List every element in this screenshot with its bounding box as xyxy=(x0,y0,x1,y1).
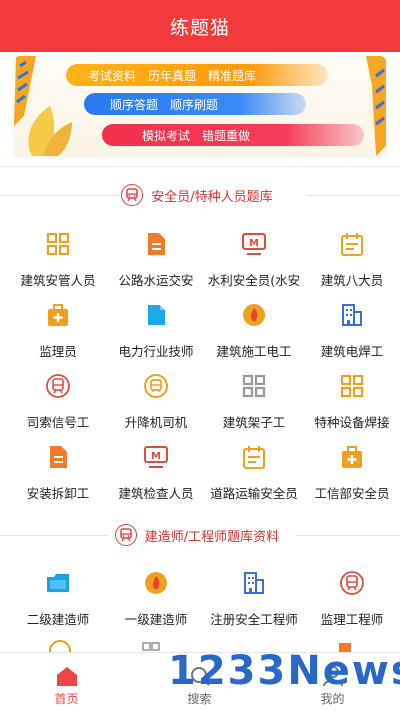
document-icon xyxy=(45,444,71,470)
watermark-text: 1233 xyxy=(168,648,288,694)
course-item[interactable]: 监理员 xyxy=(8,302,108,374)
monitor-m-icon: M xyxy=(143,444,169,470)
banner-text: 顺序刷题 xyxy=(170,97,219,112)
course-item[interactable]: 工信部安全员 xyxy=(302,444,400,516)
course-label: 特种设备焊接 xyxy=(314,415,390,430)
grid-icon xyxy=(142,642,160,651)
course-label: 二级建造师 xyxy=(26,612,90,627)
course-label: 一级建造师 xyxy=(124,612,188,627)
divider xyxy=(296,535,400,536)
banner-text: 顺序答题 xyxy=(110,97,159,112)
tab-label: 首页 xyxy=(54,692,79,706)
course-label: 安装拆卸工 xyxy=(26,486,90,501)
svg-text:M: M xyxy=(151,451,161,462)
banner-text: 历年真题 xyxy=(148,68,197,83)
course-item[interactable]: 建筑八大员 xyxy=(302,231,400,303)
course-item[interactable]: 升降机司机 xyxy=(106,373,206,445)
course-item[interactable]: 建筑电焊工 xyxy=(302,302,400,374)
course-label: 电力行业技师 xyxy=(118,344,194,359)
train-icon xyxy=(339,570,365,596)
section-header-builder: 建造师/工程师题库资料 xyxy=(0,520,400,550)
course-item[interactable]: 建筑施工电工 xyxy=(204,302,304,374)
banner-row-mock-exam[interactable]: 模拟考试 错题重做 xyxy=(102,124,364,146)
medical-kit-icon xyxy=(45,302,71,328)
course-item[interactable]: 司索信号工 xyxy=(8,373,108,445)
course-item[interactable]: 建筑安管人员 xyxy=(8,231,108,303)
course-item[interactable]: M 水利安全员(水安 xyxy=(204,231,304,303)
building-icon xyxy=(339,302,365,328)
course-label: 建筑电焊工 xyxy=(320,344,384,359)
tab-home[interactable]: 首页 xyxy=(0,653,133,711)
grid-icon xyxy=(241,373,267,399)
file-icon xyxy=(143,302,169,328)
bus-icon xyxy=(49,640,71,652)
home-icon xyxy=(56,667,77,686)
course-item[interactable]: 电力行业技师 xyxy=(106,302,206,374)
course-label: 监理工程师 xyxy=(320,612,384,627)
leaf-decoration-left-icon xyxy=(14,56,72,156)
calendar-icon xyxy=(339,231,365,257)
grid-icon xyxy=(339,373,365,399)
course-item[interactable]: 安装拆卸工 xyxy=(8,444,108,516)
course-item[interactable]: 监理工程师 xyxy=(302,570,400,642)
course-label: 建筑架子工 xyxy=(222,415,286,430)
train-icon xyxy=(114,524,137,546)
app-header: 练题猫 xyxy=(0,0,400,52)
monitor-m-icon: M xyxy=(241,231,267,257)
folder-icon xyxy=(45,570,71,596)
course-label: 司索信号工 xyxy=(26,415,90,430)
course-label: 升降机司机 xyxy=(124,415,188,430)
banner-text: 模拟考试 xyxy=(142,128,191,143)
divider xyxy=(306,195,400,196)
banner-text: 考试资料 xyxy=(88,68,137,83)
document-icon xyxy=(143,231,169,257)
course-item[interactable]: 特种设备焊接 xyxy=(302,373,400,445)
section-header-safety: 安全员/特种人员题库 xyxy=(0,180,400,210)
course-item[interactable]: 注册安全工程师 xyxy=(204,570,304,642)
watermark-logo: 1233News xyxy=(168,648,400,694)
course-label: 道路运输安全员 xyxy=(210,486,298,501)
fire-icon xyxy=(241,302,267,328)
banner-text: 精准题库 xyxy=(208,68,257,83)
course-label: 建筑检查人员 xyxy=(118,486,194,501)
page-title: 练题猫 xyxy=(169,16,230,39)
banner-row-sequential[interactable]: 顺序答题 顺序刷题 xyxy=(84,93,306,115)
course-label: 监理员 xyxy=(39,344,77,359)
course-label: 注册安全工程师 xyxy=(210,612,298,627)
course-label: 建筑安管人员 xyxy=(20,273,96,288)
divider xyxy=(0,166,400,167)
divider xyxy=(0,195,120,196)
train-icon xyxy=(45,373,71,399)
grid-icon xyxy=(45,231,71,257)
svg-text:M: M xyxy=(249,238,259,249)
course-item[interactable]: 一级建造师 xyxy=(106,570,206,642)
fire-icon xyxy=(143,570,169,596)
divider xyxy=(0,535,108,536)
bus-icon xyxy=(143,373,169,399)
course-label: 水利安全员(水安 xyxy=(207,273,301,288)
course-item[interactable]: 建筑架子工 xyxy=(204,373,304,445)
course-item[interactable]: 二级建造师 xyxy=(8,570,108,642)
medical-kit-icon xyxy=(339,444,365,470)
section-title: 安全员/特种人员题库 xyxy=(151,185,279,205)
promo-banner[interactable]: 考试资料 历年真题 精准题库 顺序答题 顺序刷题 模拟考试 错题重做 xyxy=(14,56,386,156)
course-label: 工信部安全员 xyxy=(314,486,390,501)
watermark-text: News xyxy=(287,648,400,694)
course-item[interactable]: 道路运输安全员 xyxy=(204,444,304,516)
course-label: 公路水运交安 xyxy=(118,273,194,288)
course-label: 建筑八大员 xyxy=(320,273,384,288)
section-title: 建造师/工程师题库资料 xyxy=(144,525,286,545)
banner-text: 错题重做 xyxy=(202,128,251,143)
building-icon xyxy=(241,570,267,596)
banner-row-exam-materials[interactable]: 考试资料 历年真题 精准题库 xyxy=(66,64,328,86)
train-icon xyxy=(121,184,144,206)
course-item[interactable]: M 建筑检查人员 xyxy=(106,444,206,516)
course-item[interactable]: 公路水运交安 xyxy=(106,231,206,303)
calendar-icon xyxy=(241,444,267,470)
course-label: 建筑施工电工 xyxy=(216,344,292,359)
